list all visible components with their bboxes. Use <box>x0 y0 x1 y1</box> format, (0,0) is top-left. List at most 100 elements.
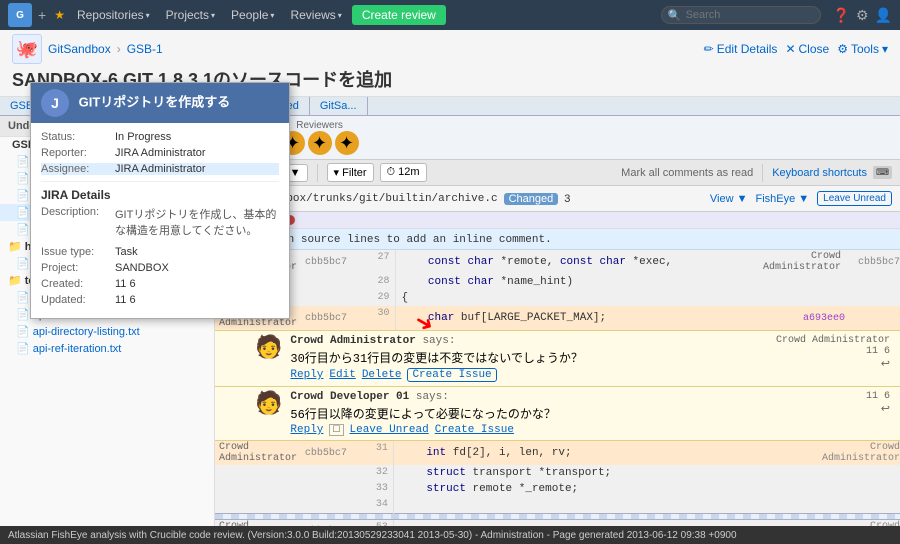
reply-btn-1[interactable]: Reply <box>290 369 323 381</box>
table-row: 32 struct transport *transport; <box>215 465 900 481</box>
comment-actions-1: Reply Edit Delete Create Issue <box>290 368 582 382</box>
view-button[interactable]: View ▼ <box>710 193 748 205</box>
comment-header-2: Crowd Developer 01 says: <box>290 391 555 403</box>
keyboard-shortcuts-btn[interactable]: Keyboard shortcuts <box>772 167 867 179</box>
popup-jira-label: JIRA Details <box>41 188 279 202</box>
header-actions: ✏ Edit Details ✕ Close ⚙ Tools ▾ <box>704 42 888 56</box>
nav-people[interactable]: People▾ <box>225 6 280 24</box>
diff-code-28[interactable]: const char *name_hint) <box>395 274 755 290</box>
filter-button[interactable]: ▾ Filter <box>327 163 374 182</box>
diff-right-rev: cbb5bc7 <box>845 250 900 274</box>
diff-line-31: 31 <box>359 441 393 465</box>
filepath-count: 3 <box>564 193 570 205</box>
filepath-bar: ◀▶ sandbox/trunks/git/builtin/archive.c … <box>215 186 900 212</box>
table-row: Crowd Administrator cbb5bc7 31 int fd[2]… <box>215 441 900 465</box>
sidebar-api-dir[interactable]: 📄api-directory-listing.txt <box>0 323 214 340</box>
diff-rev: cbb5bc7 <box>305 250 360 274</box>
popup-separator <box>41 181 279 182</box>
edit-btn-1[interactable]: Edit <box>329 369 355 381</box>
popup-desc-row: Description: GITリポジトリを作成し、基本的な構造を用意してくださ… <box>41 206 279 242</box>
close-button[interactable]: ✕ Close <box>785 42 829 56</box>
search-wrapper: 🔍 <box>661 6 821 24</box>
popup-reporter-row: Reporter: JIRA Administrator <box>41 147 279 159</box>
diff-line-33: 33 <box>359 481 393 497</box>
fisheye-button[interactable]: FishEye ▼ <box>755 193 809 205</box>
comment-actions-2: Reply ☐ Leave Unread Create Issue <box>290 424 555 436</box>
comment-fold-1[interactable]: ↩ <box>881 357 890 371</box>
table-row: 33 struct remote *_remote; <box>215 481 900 497</box>
diff-code-32[interactable]: struct transport *transport; <box>393 465 736 481</box>
comment-content-1: Crowd Administrator says: 30行目から31行目の変更は… <box>290 335 582 382</box>
reviewer-avatars: ✦ ✦ ✦ <box>281 131 359 155</box>
leave-unread-btn-2[interactable]: Leave Unread <box>350 424 429 436</box>
time-badge[interactable]: ⏱ 12m <box>380 163 427 182</box>
user-icon[interactable]: 👤 <box>875 7 892 24</box>
comment-header-1: Crowd Administrator says: <box>290 335 582 347</box>
table-row: Crowd Administrator cbb5bc7 53 packet_wr… <box>215 519 900 526</box>
nav-star-icon[interactable]: ★ <box>52 8 67 22</box>
tab-gits[interactable]: GitSa... <box>310 97 368 115</box>
diff-line-29: 29 <box>360 290 395 306</box>
help-icon[interactable]: ❓ <box>833 7 850 24</box>
popup-updated-row: Updated: 11 6 <box>41 294 279 306</box>
nav-repositories[interactable]: Repositories▾ <box>71 6 156 24</box>
diff-code-27[interactable]: const char *remote, const char *exec, <box>395 250 755 274</box>
comment-avatar-2: 🧑 <box>255 391 282 436</box>
diff-code-53[interactable]: packet_write(fd[2], "argument %s\n", arg… <box>393 519 736 526</box>
comment-right-1: Crowd Administrator 11 6 ↩ <box>776 335 890 382</box>
tools-button[interactable]: ⚙ Tools ▾ <box>837 42 888 56</box>
settings-icon[interactable]: ⚙ <box>856 7 869 24</box>
nav-projects[interactable]: Projects▾ <box>160 6 221 24</box>
create-review-button[interactable]: Create review <box>352 5 446 25</box>
create-issue-btn-1[interactable]: Create Issue <box>407 368 496 382</box>
popup-content: Status: In Progress Reporter: JIRA Admin… <box>31 123 289 318</box>
reply-btn-2[interactable]: Reply <box>290 424 323 436</box>
nav-plus-icon[interactable]: + <box>36 7 48 23</box>
diff-code-33[interactable]: struct remote *_remote; <box>393 481 736 497</box>
diff-area: ▶ a693ae0 ☞ Click on source lines to add… <box>215 212 900 526</box>
comment-avatar-1: 🧑 <box>255 335 282 382</box>
reviewer-avatar-2: ✦ <box>308 131 332 155</box>
comment-text-2: 56行目以降の変更によって必要になったのかな？ <box>290 405 555 422</box>
inline-comment-2: 🧑 Crowd Developer 01 says: 56行目以降の変更によって… <box>215 387 900 441</box>
diff-line-28: 28 <box>360 274 395 290</box>
table-row: Crowd Administrator cbb5bc7 30 char buf[… <box>215 306 900 330</box>
reviewer-avatar-3: ✦ <box>335 131 359 155</box>
diff-table-2: Crowd Administrator cbb5bc7 31 int fd[2]… <box>215 441 900 526</box>
breadcrumb-org[interactable]: GitSandbox <box>48 42 111 56</box>
leave-unread-btn[interactable]: Leave Unread <box>817 191 892 206</box>
mark-all-btn[interactable]: Mark all comments as read <box>621 167 753 179</box>
breadcrumb-project[interactable]: GSB-1 <box>127 42 163 56</box>
popup-header: J GITリポジトリを作成する <box>31 83 289 123</box>
diff-code-30[interactable]: char buf[LARGE_PACKET_MAX]; <box>395 306 755 330</box>
diff-code-31[interactable]: int fd[2], i, len, rv; <box>393 441 736 465</box>
comment-content-2: Crowd Developer 01 says: 56行目以降の変更によって必要… <box>290 391 555 436</box>
diff-line-30: 30 <box>360 306 395 330</box>
delete-btn-1[interactable]: Delete <box>362 369 402 381</box>
table-row: Crowd Administrator cbb5bc7 27 const cha… <box>215 250 900 274</box>
edit-details-button[interactable]: ✏ Edit Details <box>704 42 778 56</box>
review-header: Moderator 🧑 Reviewers ✦ ✦ ✦ <box>215 116 900 160</box>
popup-status-row: Status: In Progress <box>41 131 279 143</box>
table-row: 34 <box>215 497 900 513</box>
popup-assignee-row: Assignee: JIRA Administrator <box>41 163 279 175</box>
search-input[interactable] <box>661 6 821 24</box>
commit-row: ▶ a693ae0 <box>215 212 900 229</box>
diff-right-user: Crowd Administrator <box>755 250 845 274</box>
nav-reviews[interactable]: Reviews▾ <box>284 6 347 24</box>
breadcrumb-separator: › <box>117 42 121 56</box>
breadcrumb-logo: 🐙 <box>12 34 42 64</box>
diff-line-27: 27 <box>360 250 395 274</box>
search-icon: 🔍 <box>668 9 682 22</box>
diff-line-53: 53 <box>359 519 393 526</box>
comment-fold-2[interactable]: ↩ <box>881 402 890 416</box>
diff-code-29[interactable]: { <box>395 290 755 306</box>
popup-type-row: Issue type: Task <box>41 246 279 258</box>
diff-code-34[interactable] <box>393 497 736 513</box>
diff-line-34: 34 <box>359 497 393 513</box>
filepath-right: View ▼ FishEye ▼ Leave Unread <box>710 191 892 206</box>
top-navigation: G + ★ Repositories▾ Projects▾ People▾ Re… <box>0 0 900 30</box>
diff-line-32: 32 <box>359 465 393 481</box>
create-issue-btn-2[interactable]: Create Issue <box>435 424 514 436</box>
sidebar-api-ref[interactable]: 📄api-ref-iteration.txt <box>0 340 214 357</box>
